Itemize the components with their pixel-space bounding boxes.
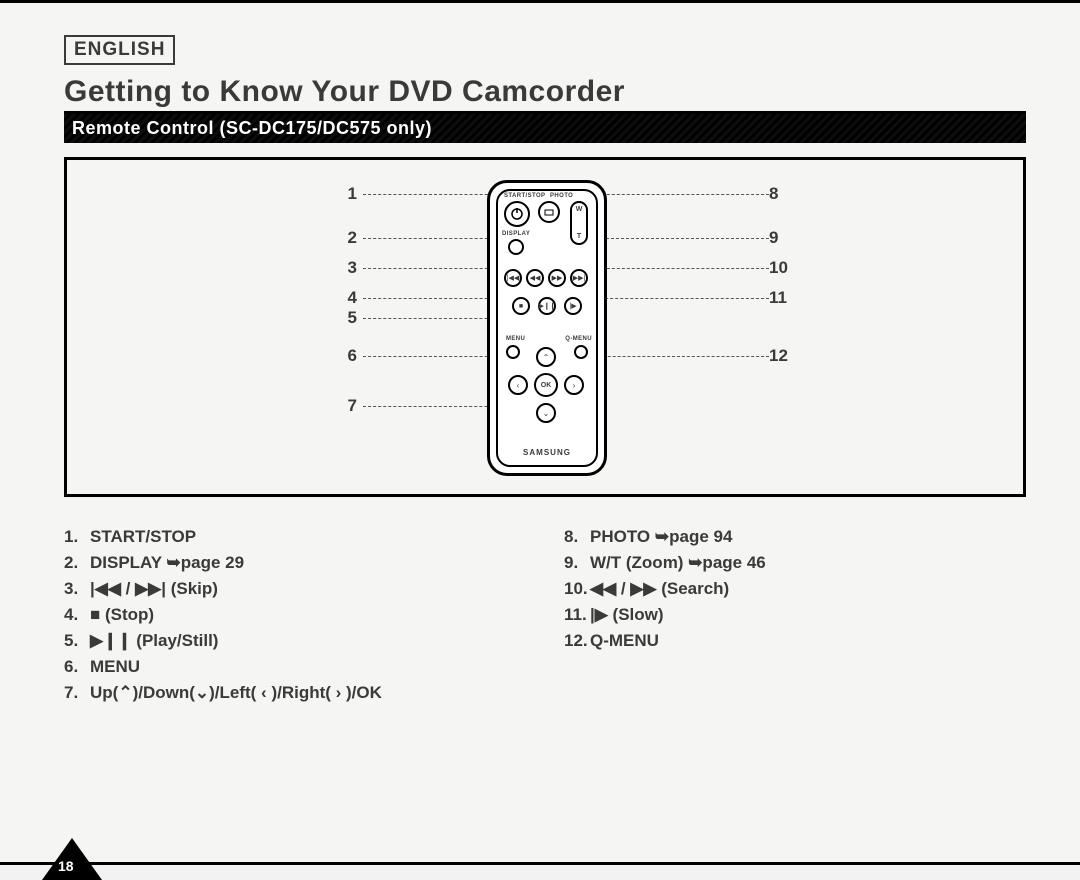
- callout-10: 10: [769, 258, 799, 278]
- photo-button-icon: [538, 201, 560, 223]
- lead-line: [591, 238, 769, 239]
- legend-item: 9.W/T (Zoom) ➥page 46: [564, 553, 1026, 573]
- callout-7: 7: [337, 396, 357, 416]
- remote-brand-label: SAMSUNG: [498, 448, 596, 457]
- language-box: ENGLISH: [64, 35, 175, 65]
- label-display: DISPLAY: [502, 231, 530, 237]
- callout-3: 3: [337, 258, 357, 278]
- search-rew-icon: ◀◀: [526, 269, 544, 287]
- callout-11: 11: [769, 288, 799, 308]
- legend-item: 5.▶❙❙ (Play/Still): [64, 631, 564, 651]
- callout-6: 6: [337, 346, 357, 366]
- skip-prev-icon: |◀◀: [504, 269, 522, 287]
- remote-diagram: 1 2 3 4 5 6 7 8 9 10 11 12 START/STOP: [64, 157, 1026, 497]
- dpad: ⌃ ⌄ ‹ › OK: [508, 347, 584, 423]
- lead-line: [363, 238, 503, 239]
- lead-line: [585, 298, 769, 299]
- lead-line: [363, 194, 503, 195]
- lead-line: [597, 268, 769, 269]
- callout-1: 1: [337, 184, 357, 204]
- play-still-icon: ▶❙❙: [538, 297, 556, 315]
- legend: 1.START/STOP 2.DISPLAY ➥page 29 3.|◀◀ / …: [64, 527, 1026, 709]
- dpad-ok-button: OK: [534, 373, 558, 397]
- legend-item: 4.■ (Stop): [64, 605, 564, 625]
- legend-item: 1.START/STOP: [64, 527, 564, 547]
- label-start-stop: START/STOP: [504, 193, 545, 199]
- callout-5: 5: [337, 308, 357, 328]
- zoom-t-label: T: [577, 233, 581, 240]
- label-photo: PHOTO: [550, 193, 573, 199]
- label-menu: MENU: [506, 336, 525, 342]
- remote-inner: START/STOP PHOTO DISPLAY MENU Q-MENU W T: [496, 189, 598, 467]
- legend-item: 8.PHOTO ➥page 94: [564, 527, 1026, 547]
- callout-9: 9: [769, 228, 799, 248]
- dpad-down-icon: ⌄: [536, 403, 556, 423]
- display-button-icon: [508, 239, 524, 255]
- callout-8: 8: [769, 184, 799, 204]
- page-number: 18: [58, 858, 74, 874]
- stop-icon: ■: [512, 297, 530, 315]
- page-title: Getting to Know Your DVD Camcorder: [64, 75, 1026, 114]
- start-stop-button-icon: [504, 201, 530, 227]
- lead-line: [363, 268, 503, 269]
- zoom-rocker: W T: [570, 201, 588, 245]
- label-qmenu: Q-MENU: [565, 336, 592, 342]
- zoom-w-label: W: [576, 206, 583, 213]
- dpad-left-icon: ‹: [508, 375, 528, 395]
- remote-outline: START/STOP PHOTO DISPLAY MENU Q-MENU W T: [487, 180, 607, 476]
- legend-item: 3.|◀◀ / ▶▶| (Skip): [64, 579, 564, 599]
- legend-item: 12.Q-MENU: [564, 631, 1026, 651]
- lead-line: [583, 356, 769, 357]
- section-bar: Remote Control (SC-DC175/DC575 only): [64, 114, 1026, 143]
- dpad-up-icon: ⌃: [536, 347, 556, 367]
- slow-icon: |▶: [564, 297, 582, 315]
- callout-2: 2: [337, 228, 357, 248]
- legend-item: 10.◀◀ / ▶▶ (Search): [564, 579, 1026, 599]
- legend-item: 11.|▶ (Slow): [564, 605, 1026, 625]
- legend-item: 7.Up(⌃)/Down(⌄)/Left( ‹ )/Right( › )/OK: [64, 683, 564, 703]
- manual-page: ENGLISH Getting to Know Your DVD Camcord…: [0, 0, 1080, 865]
- legend-item: 6.MENU: [64, 657, 564, 677]
- search-fwd-icon: ▶▶: [548, 269, 566, 287]
- skip-next-icon: ▶▶|: [570, 269, 588, 287]
- legend-item: 2.DISPLAY ➥page 29: [64, 553, 564, 573]
- dpad-right-icon: ›: [564, 375, 584, 395]
- callout-4: 4: [337, 288, 357, 308]
- callout-12: 12: [769, 346, 799, 366]
